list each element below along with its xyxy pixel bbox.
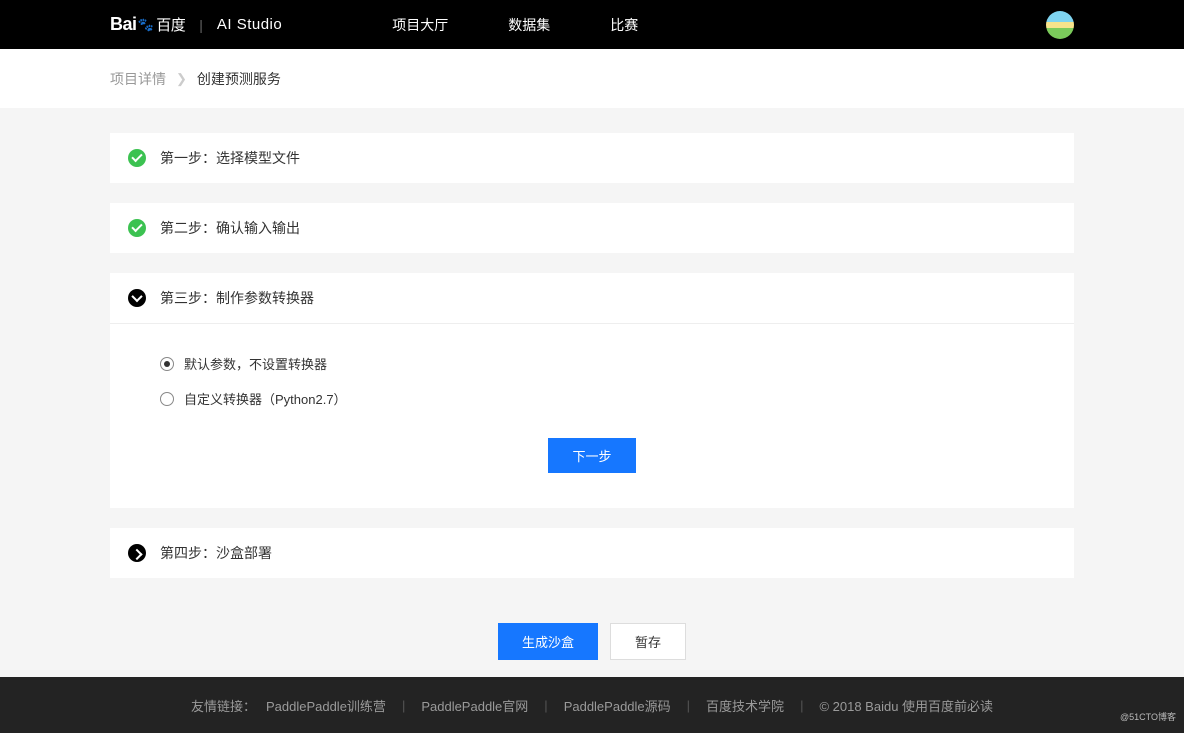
footer-sep: | — [544, 698, 547, 713]
step-card-4: 第四步：沙盒部署 — [110, 528, 1074, 578]
step-card-1: 第一步：选择模型文件 — [110, 133, 1074, 183]
top-header: Bai🐾百度 | AI Studio 项目大厅 数据集 比赛 — [0, 0, 1184, 49]
radio-option-default[interactable]: 默认参数，不设置转换器 — [160, 354, 1024, 373]
logo[interactable]: Bai🐾百度 | AI Studio — [110, 14, 282, 35]
chevron-right-icon — [128, 544, 146, 562]
footer-copyright: © 2018 Baidu 使用百度前必读 — [819, 696, 993, 715]
radio-option-custom[interactable]: 自定义转换器（Python2.7） — [160, 389, 1024, 408]
check-circle-icon — [128, 219, 146, 237]
baidu-logo-icon: Bai🐾百度 — [110, 14, 185, 35]
footer-label: 友情链接： — [191, 696, 256, 715]
logo-studio-text: AI Studio — [217, 16, 282, 33]
save-draft-button[interactable]: 暂存 — [610, 623, 686, 660]
main-content: 第一步：选择模型文件 第二步：确认输入输出 第三步：制作参数转换器 默认参数，不… — [0, 108, 1184, 660]
avatar[interactable] — [1046, 11, 1074, 39]
step-title-4: 第四步：沙盒部署 — [160, 543, 272, 563]
breadcrumb-current: 创建预测服务 — [197, 69, 281, 89]
step-title-3: 第三步：制作参数转换器 — [160, 288, 314, 308]
generate-sandbox-button[interactable]: 生成沙盒 — [498, 623, 598, 660]
chevron-right-icon: ❯ — [176, 71, 187, 87]
nav-projects[interactable]: 项目大厅 — [392, 15, 448, 35]
watermark: @51CTO博客 — [1120, 710, 1176, 723]
nav-competitions[interactable]: 比赛 — [610, 15, 638, 35]
footer: 友情链接： PaddlePaddle训练营 | PaddlePaddle官网 |… — [0, 677, 1184, 733]
radio-label-custom: 自定义转换器（Python2.7） — [184, 389, 347, 408]
logo-separator: | — [199, 17, 203, 33]
footer-sep: | — [687, 698, 690, 713]
top-nav: 项目大厅 数据集 比赛 — [392, 15, 638, 35]
footer-link-source[interactable]: PaddlePaddle源码 — [564, 696, 671, 715]
footer-link-academy[interactable]: 百度技术学院 — [706, 696, 784, 715]
footer-sep: | — [800, 698, 803, 713]
nav-datasets[interactable]: 数据集 — [508, 15, 550, 35]
radio-icon — [160, 392, 174, 406]
step-card-3: 第三步：制作参数转换器 默认参数，不设置转换器 自定义转换器（Python2.7… — [110, 273, 1074, 508]
next-step-button[interactable]: 下一步 — [548, 438, 635, 473]
step-head-1[interactable]: 第一步：选择模型文件 — [110, 133, 1074, 183]
step-title-1: 第一步：选择模型文件 — [160, 148, 300, 168]
footer-sep: | — [402, 698, 405, 713]
breadcrumb-parent[interactable]: 项目详情 — [110, 69, 166, 89]
step-title-2: 第二步：确认输入输出 — [160, 218, 300, 238]
check-circle-icon — [128, 149, 146, 167]
chevron-down-icon — [128, 289, 146, 307]
step-head-4[interactable]: 第四步：沙盒部署 — [110, 528, 1074, 578]
page-actions: 生成沙盒 暂存 — [110, 623, 1074, 660]
step-head-3[interactable]: 第三步：制作参数转换器 — [110, 273, 1074, 323]
step-head-2[interactable]: 第二步：确认输入输出 — [110, 203, 1074, 253]
step-card-2: 第二步：确认输入输出 — [110, 203, 1074, 253]
step-button-row: 下一步 — [160, 438, 1024, 473]
radio-icon — [160, 357, 174, 371]
footer-link-official[interactable]: PaddlePaddle官网 — [421, 696, 528, 715]
step-body-3: 默认参数，不设置转换器 自定义转换器（Python2.7） 下一步 — [110, 323, 1074, 508]
footer-link-training[interactable]: PaddlePaddle训练营 — [266, 696, 386, 715]
breadcrumb: 项目详情 ❯ 创建预测服务 — [0, 49, 1184, 108]
radio-label-default: 默认参数，不设置转换器 — [184, 354, 327, 373]
